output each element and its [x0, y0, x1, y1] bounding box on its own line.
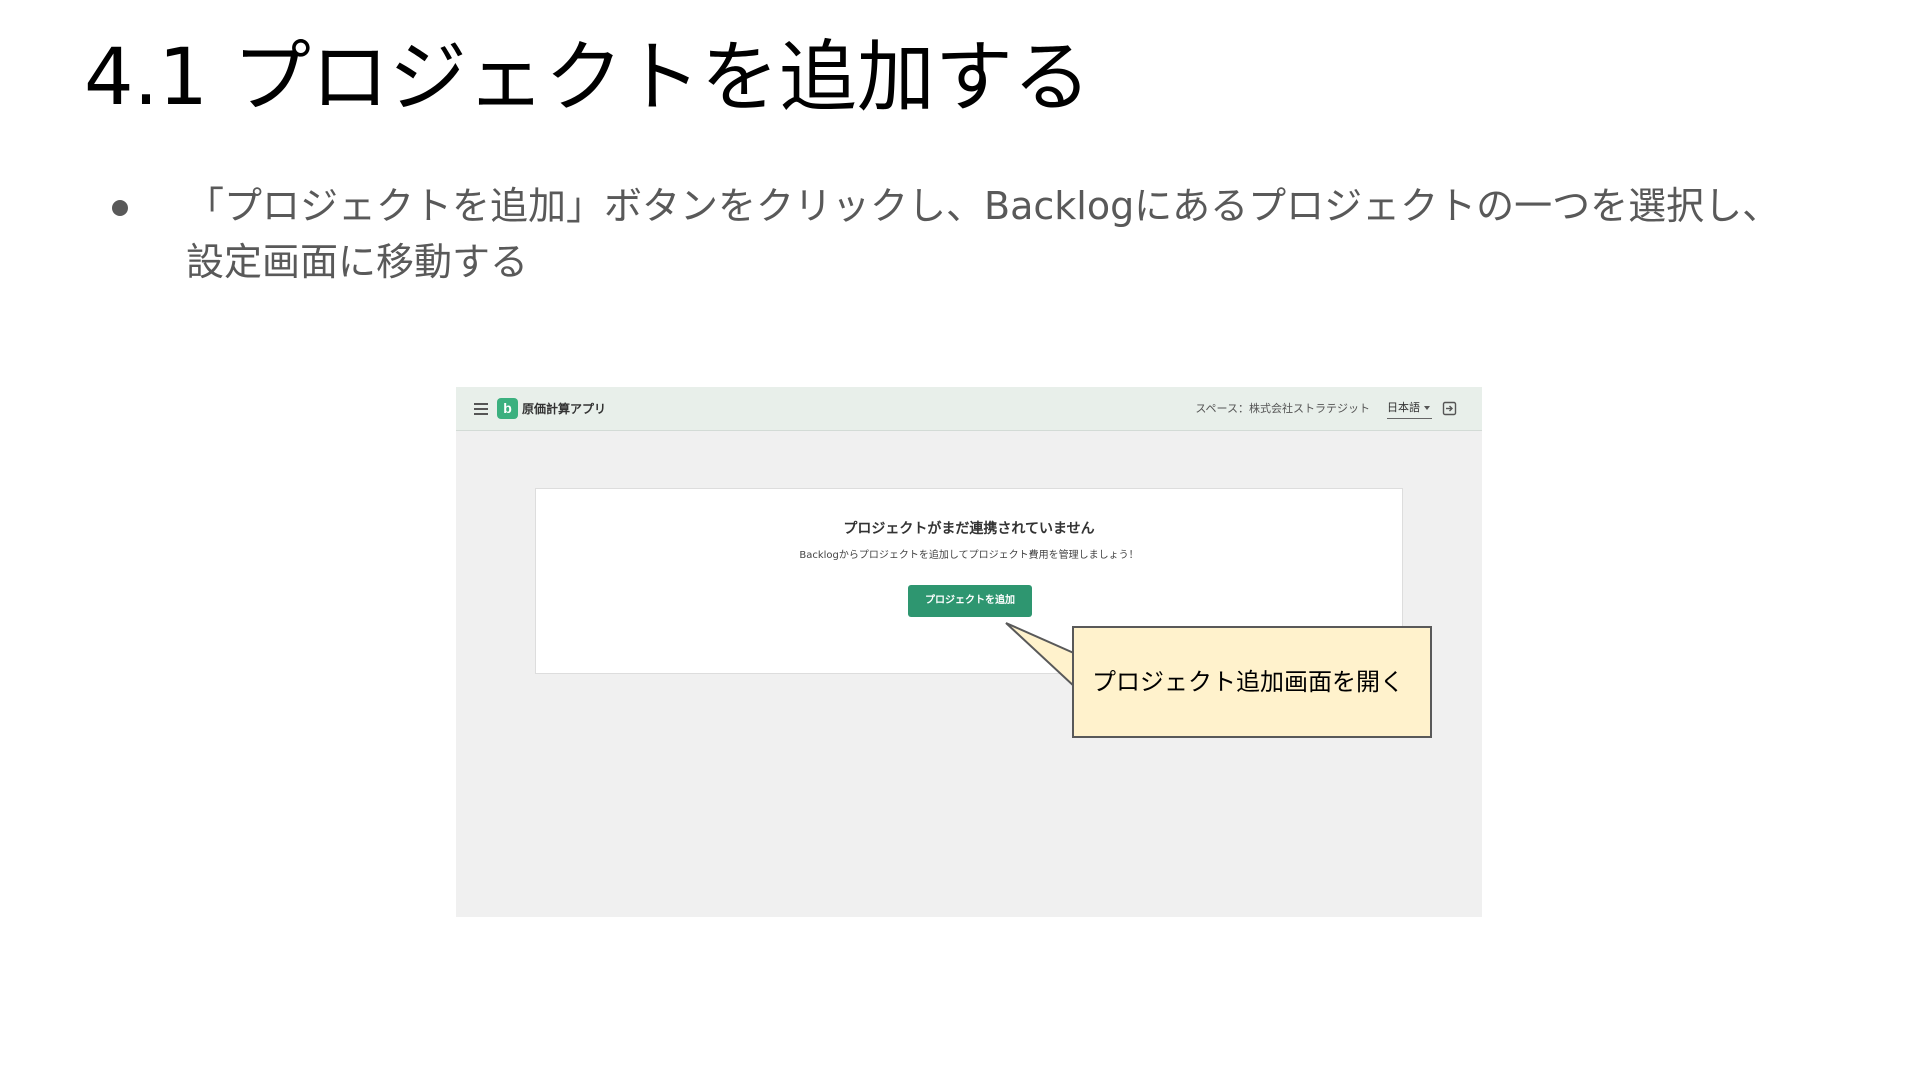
app-name[interactable]: 原価計算アプリ [522, 399, 606, 419]
empty-state-description: Backlogからプロジェクトを追加してプロジェクト費用を管理しましょう！ [799, 550, 1139, 561]
slide-title: 4.1 プロジェクトを追加する [84, 33, 1091, 123]
callout-text: プロジェクト追加画面を開く [1092, 668, 1404, 696]
app-header: b 原価計算アプリ スペース：株式会社ストラテジット 日本語 [456, 387, 1482, 431]
dropdown-caret-icon [1424, 406, 1430, 410]
app-logo-icon[interactable]: b [497, 398, 518, 419]
space-label: スペース：株式会社ストラテジット [1195, 402, 1370, 415]
bullet-item: 「プロジェクトを追加」ボタンをクリックし、Backlogにあるプロジェクトの一つ… [100, 178, 1800, 290]
hamburger-menu-icon[interactable] [474, 403, 488, 415]
add-project-button[interactable]: プロジェクトを追加 [908, 585, 1032, 617]
language-label: 日本語 [1387, 401, 1420, 414]
bullet-text: 「プロジェクトを追加」ボタンをクリックし、Backlogにあるプロジェクトの一つ… [186, 184, 1781, 284]
logout-icon[interactable] [1442, 401, 1457, 416]
language-select[interactable]: 日本語 [1387, 398, 1432, 419]
callout-box: プロジェクト追加画面を開く [1072, 626, 1432, 738]
empty-state-heading: プロジェクトがまだ連携されていません [843, 521, 1095, 537]
bullet-list: 「プロジェクトを追加」ボタンをクリックし、Backlogにあるプロジェクトの一つ… [100, 178, 1800, 290]
bullet-dot-icon [112, 200, 128, 216]
